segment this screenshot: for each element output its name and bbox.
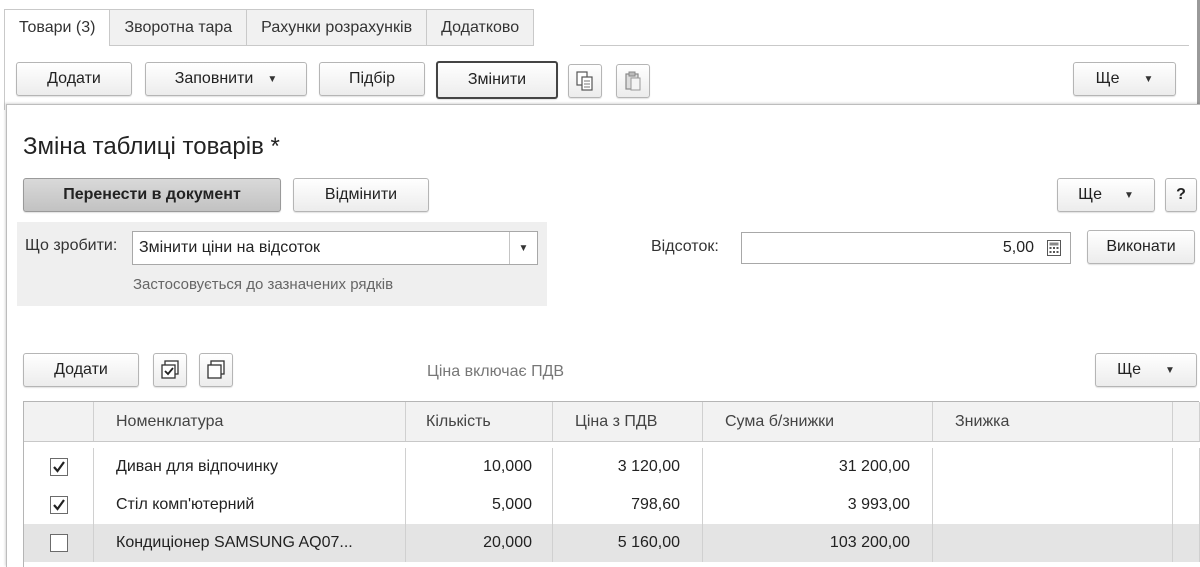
cancel-button[interactable]: Відмінити: [293, 178, 429, 212]
chevron-down-icon: ▼: [1143, 73, 1154, 85]
uncheck-all-button[interactable]: [199, 353, 233, 387]
chevron-down-icon: ▼: [1124, 189, 1134, 201]
table-more-label: Ще: [1117, 361, 1141, 378]
table-row[interactable]: Кондиціонер SAMSUNG AQ07... 20,000 5 160…: [24, 524, 1200, 562]
pick-button-label: Підбір: [348, 70, 395, 87]
tab-divider: [580, 45, 1189, 46]
header-quantity[interactable]: Кількість: [406, 402, 553, 441]
table-header: Номенклатура Кількість Ціна з ПДВ Сума б…: [24, 402, 1200, 442]
row-discount[interactable]: [933, 448, 1173, 486]
action-hint: Застосовується до зазначених рядків: [133, 276, 394, 293]
row-item[interactable]: Диван для відпочинку: [94, 448, 406, 486]
row-filler: [1173, 524, 1200, 562]
row-check-cell[interactable]: [24, 524, 94, 562]
more-button-label: Ще: [1095, 70, 1120, 87]
percent-value: 5,00: [1002, 239, 1034, 256]
copy-button[interactable]: [568, 64, 602, 98]
row-check-cell[interactable]: [24, 486, 94, 524]
row-quantity[interactable]: 10,000: [406, 448, 553, 486]
chevron-down-icon[interactable]: ▼: [509, 232, 537, 264]
row-quantity[interactable]: 20,000: [406, 524, 553, 562]
check-all-icon: [161, 360, 179, 379]
tab-additional[interactable]: Додатково: [426, 9, 535, 46]
table-add-label: Додати: [54, 361, 108, 378]
fill-button[interactable]: Заповнити ▼: [145, 62, 307, 96]
header-price-with-vat[interactable]: Ціна з ПДВ: [553, 402, 703, 441]
check-all-button[interactable]: [153, 353, 187, 387]
row-checkbox[interactable]: [49, 496, 68, 514]
percent-label: Відсоток:: [651, 238, 719, 255]
row-item[interactable]: Стіл комп'ютерний: [94, 486, 406, 524]
row-discount[interactable]: [933, 524, 1173, 562]
chevron-down-icon: ▼: [267, 73, 278, 85]
goods-table: Номенклатура Кількість Ціна з ПДВ Сума б…: [23, 401, 1200, 567]
tab-bar: Товари (3) Зворотна тара Рахунки розраху…: [4, 9, 535, 46]
price-includes-vat-note: Ціна включає ПДВ: [427, 363, 565, 380]
row-sum[interactable]: 3 993,00: [703, 486, 933, 524]
change-button[interactable]: Змінити: [436, 61, 558, 99]
execute-button[interactable]: Виконати: [1087, 230, 1195, 264]
uncheck-all-icon: [207, 360, 225, 379]
document-form: Товари (3) Зворотна тара Рахунки розраху…: [0, 0, 1200, 110]
action-label: Що зробити:: [25, 237, 118, 254]
table-row[interactable]: Стіл комп'ютерний 5,000 798,60 3 993,00: [24, 486, 1200, 524]
row-check-cell[interactable]: [24, 448, 94, 486]
header-nomenclature[interactable]: Номенклатура: [94, 402, 406, 441]
row-sum[interactable]: 31 200,00: [703, 448, 933, 486]
transfer-button-label: Перенести в документ: [63, 186, 241, 203]
table-add-button[interactable]: Додати: [23, 353, 139, 387]
help-button[interactable]: ?: [1165, 178, 1197, 212]
header-discount[interactable]: Знижка: [933, 402, 1173, 441]
row-price[interactable]: 3 120,00: [553, 448, 703, 486]
row-checkbox[interactable]: [49, 534, 68, 552]
dialog-more-label: Ще: [1078, 186, 1102, 203]
tab-returnable-packaging[interactable]: Зворотна тара: [109, 9, 247, 46]
header-sum-without-discount[interactable]: Сума б/знижки: [703, 402, 933, 441]
header-filler: [1173, 402, 1200, 441]
change-goods-table-dialog: Зміна таблиці товарів * Перенести в доку…: [6, 104, 1200, 567]
change-button-label: Змінити: [467, 71, 527, 88]
help-icon: ?: [1176, 186, 1186, 203]
add-button[interactable]: Додати: [16, 62, 132, 96]
pick-button[interactable]: Підбір: [319, 62, 425, 96]
row-quantity[interactable]: 5,000: [406, 486, 553, 524]
checkmark-icon: [52, 499, 65, 511]
chevron-down-icon: ▼: [1165, 364, 1175, 376]
row-discount[interactable]: [933, 486, 1173, 524]
tab-settlement-accounts[interactable]: Рахунки розрахунків: [246, 9, 427, 46]
calculator-icon[interactable]: [1044, 238, 1064, 258]
row-price[interactable]: 5 160,00: [553, 524, 703, 562]
header-check-column: [24, 402, 94, 441]
paste-icon: [625, 71, 641, 91]
row-filler: [1173, 448, 1200, 486]
action-panel: Що зробити: Змінити ціни на відсоток ▼ З…: [17, 222, 547, 306]
table-row[interactable]: Диван для відпочинку 10,000 3 120,00 31 …: [24, 448, 1200, 486]
tab-goods[interactable]: Товари (3): [4, 9, 110, 46]
fill-button-label: Заповнити: [174, 70, 254, 87]
copy-icon: [576, 71, 593, 91]
dialog-title: Зміна таблиці товарів *: [23, 133, 280, 160]
row-price[interactable]: 798,60: [553, 486, 703, 524]
row-sum[interactable]: 103 200,00: [703, 524, 933, 562]
cancel-button-label: Відмінити: [324, 186, 398, 203]
execute-button-label: Виконати: [1106, 238, 1176, 255]
dialog-more-button[interactable]: Ще ▼: [1057, 178, 1155, 212]
tab-panel-border: [4, 45, 8, 110]
checkmark-icon: [52, 461, 65, 473]
add-button-label: Додати: [47, 70, 101, 87]
action-select[interactable]: Змінити ціни на відсоток ▼: [132, 231, 538, 265]
row-checkbox[interactable]: [49, 458, 68, 476]
row-item[interactable]: Кондиціонер SAMSUNG AQ07...: [94, 524, 406, 562]
action-select-value: Змінити ціни на відсоток: [139, 239, 320, 256]
row-filler: [1173, 486, 1200, 524]
more-button[interactable]: Ще ▼: [1073, 62, 1176, 96]
transfer-to-document-button[interactable]: Перенести в документ: [23, 178, 281, 212]
table-more-button[interactable]: Ще ▼: [1095, 353, 1197, 387]
paste-button[interactable]: [616, 64, 650, 98]
percent-input[interactable]: 5,00: [741, 232, 1071, 264]
